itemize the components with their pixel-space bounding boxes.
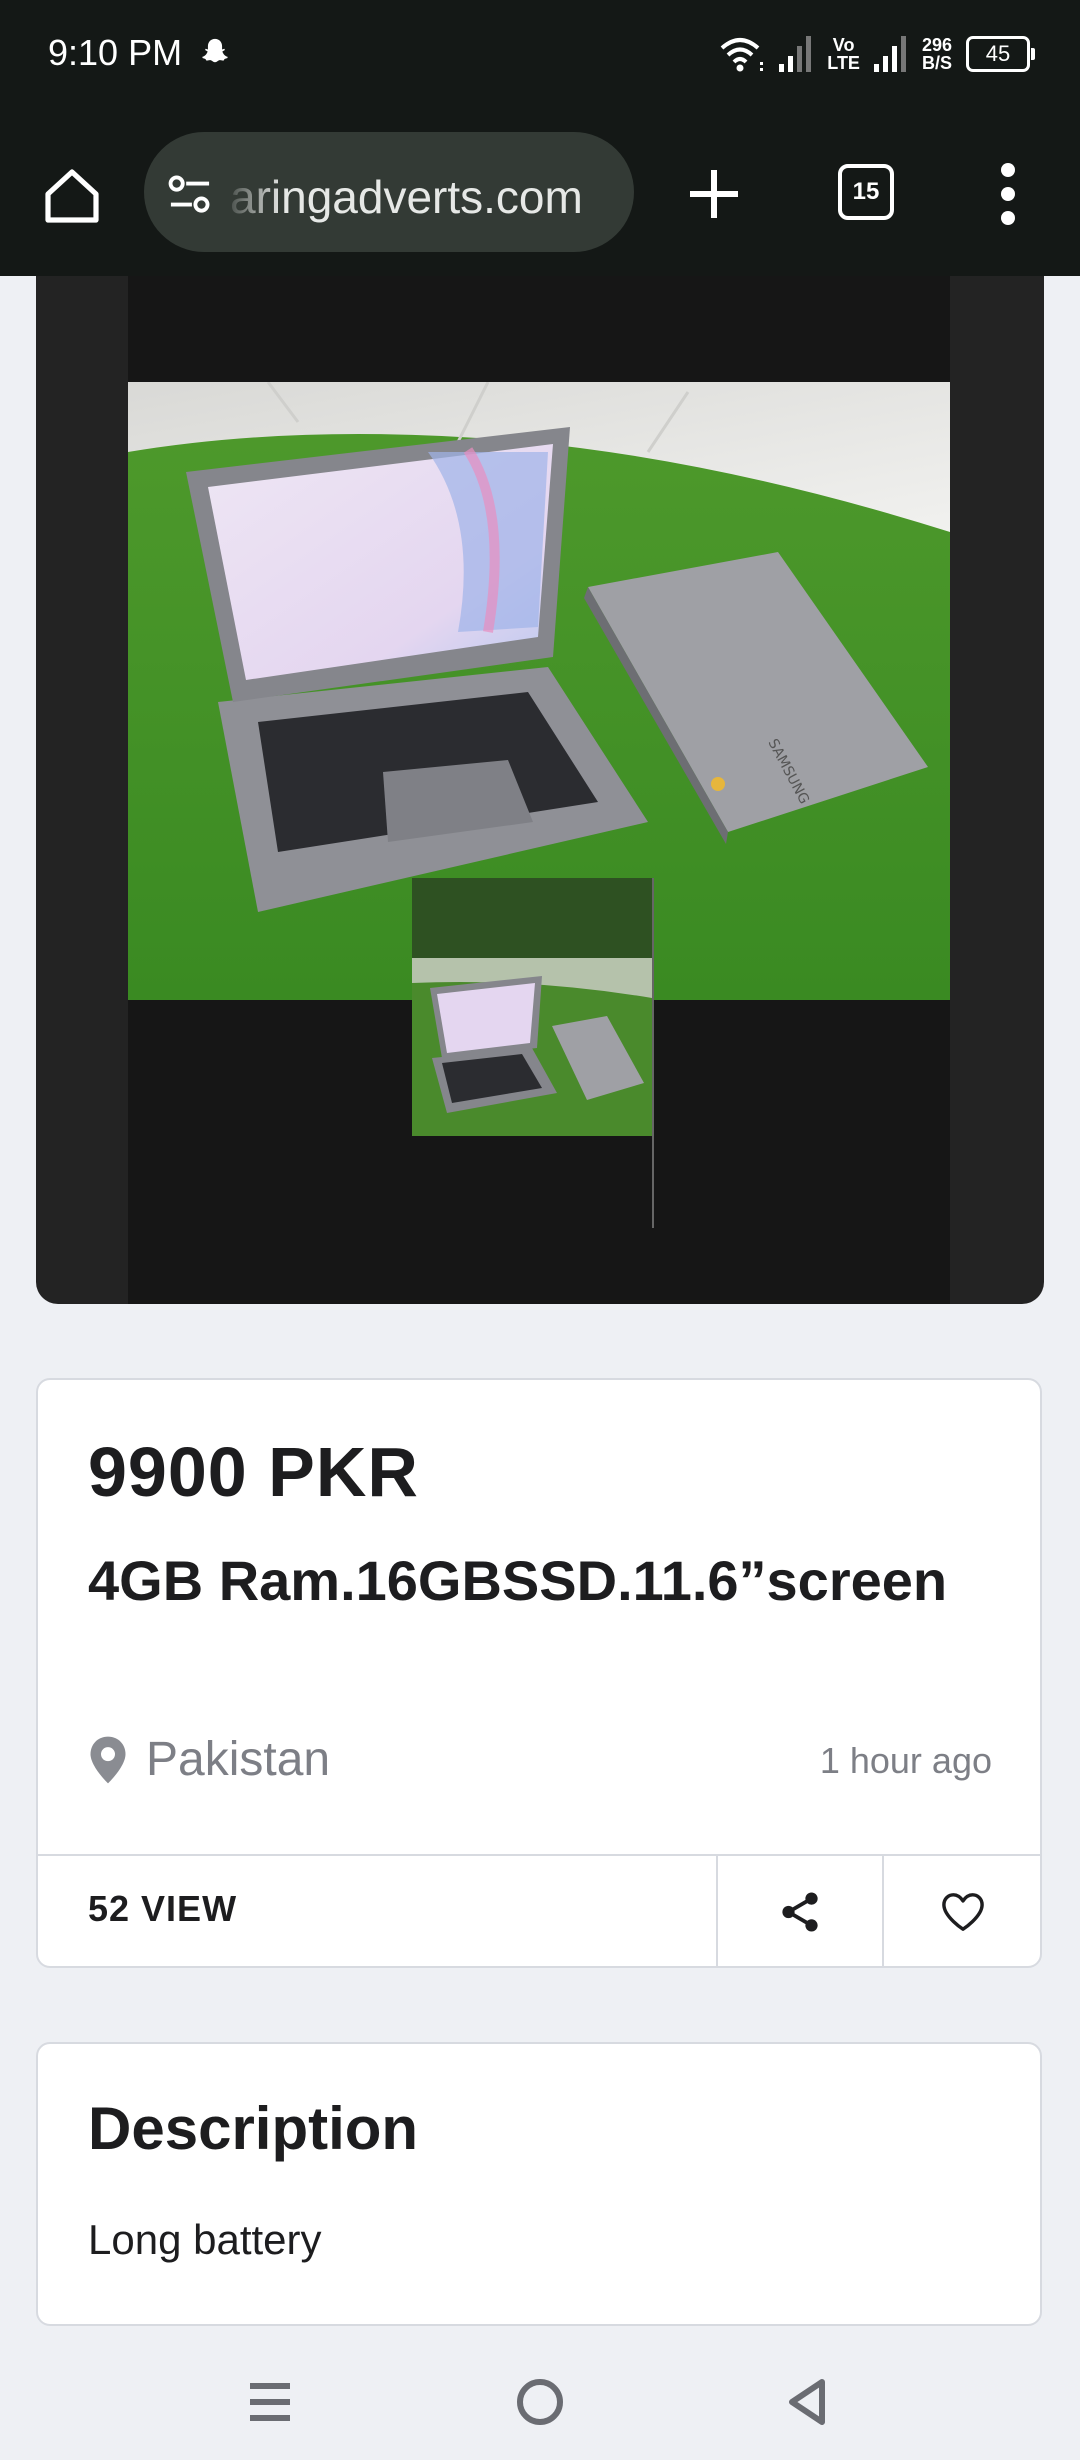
- signal-strength-icon-2: [873, 36, 906, 72]
- signal-strength-icon: [779, 36, 812, 72]
- heart-icon: [942, 1893, 984, 1931]
- tune-icon[interactable]: [166, 174, 214, 216]
- volte-top: Vo: [832, 35, 855, 55]
- image-gallery[interactable]: SAMSUNG: [36, 276, 1044, 1304]
- wifi-icon: [720, 38, 764, 72]
- gallery-stage: SAMSUNG: [128, 276, 950, 1304]
- map-pin-icon: [90, 1736, 126, 1783]
- description-body: Long battery: [88, 2216, 322, 2263]
- plus-icon[interactable]: [684, 164, 744, 224]
- volte-indicator: Vo LTE: [827, 36, 860, 72]
- network-speed: 296 B/S: [922, 36, 952, 72]
- status-bar: 9:10 PM Vo LTE 296 B/S 45: [0, 0, 1080, 112]
- description-heading: Description: [88, 2095, 419, 2162]
- status-time: 9:10 PM: [48, 32, 183, 73]
- posted-time: 1 hour ago: [819, 1740, 992, 1781]
- network-speed-value: 296: [921, 35, 952, 55]
- menu-lines-icon[interactable]: [242, 2374, 298, 2430]
- listing-title: 4GB Ram.16GBSSD.11.6”screen: [88, 1549, 948, 1612]
- thumbnail-strip: [412, 878, 654, 1228]
- snapchat-notification-icon: [202, 38, 228, 63]
- more-vert-icon[interactable]: [998, 162, 1018, 226]
- location-row: Pakistan: [88, 1732, 330, 1787]
- listing-details-card: 9900 PKR 4GB Ram.16GBSSD.11.6”screen Pak…: [36, 1378, 1042, 1968]
- browser-toolbar: aringadverts.com 15: [0, 112, 1080, 276]
- url-fade: [222, 132, 282, 252]
- circle-icon[interactable]: [512, 2374, 568, 2430]
- share-icon: [782, 1892, 818, 1932]
- listing-location: Pakistan: [146, 1733, 331, 1786]
- thumbnail-shadow: [412, 878, 652, 958]
- address-bar[interactable]: aringadverts.com: [144, 132, 634, 252]
- favorite-button[interactable]: [884, 1856, 1042, 1968]
- network-speed-unit: B/S: [921, 53, 952, 73]
- thumbnail-image[interactable]: [412, 958, 652, 1136]
- home-icon[interactable]: [40, 164, 104, 228]
- description-card: Description Long battery: [36, 2042, 1042, 2326]
- back-triangle-icon[interactable]: [780, 2374, 836, 2430]
- status-indicators: Vo LTE 296 B/S 45: [719, 30, 1035, 78]
- listing-price: 9900 PKR: [88, 1433, 419, 1511]
- share-button[interactable]: [718, 1856, 882, 1968]
- view-count: 52 VIEW: [88, 1888, 238, 1929]
- system-nav-bar: [0, 2340, 1080, 2460]
- volte-bottom: LTE: [827, 53, 860, 73]
- tab-switcher-icon[interactable]: 15: [838, 164, 894, 220]
- url-text: aringadverts.com: [230, 171, 583, 223]
- battery-indicator: 45: [966, 36, 1035, 72]
